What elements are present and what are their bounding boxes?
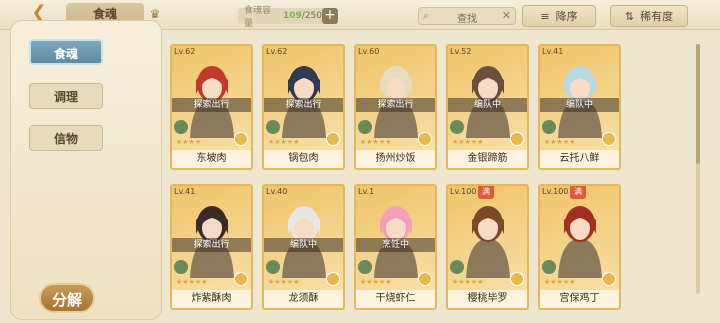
role-badge-icon xyxy=(450,120,464,134)
card-status: 探索出行 xyxy=(356,98,435,112)
card-status: 编队中 xyxy=(448,98,527,112)
card-status: 探索出行 xyxy=(264,98,343,112)
card-status: 探索出行 xyxy=(172,238,251,252)
expand-capacity-button[interactable]: + xyxy=(322,8,338,24)
card-stars: ★★★★★ xyxy=(360,278,392,286)
card-stars: ★★★★★ xyxy=(360,138,392,146)
character-portrait xyxy=(558,206,602,278)
food-soul-card[interactable]: Lv.60 探索出行 ★★★★★ 扬州炒饭 xyxy=(354,44,437,170)
card-stars: ★★★★★ xyxy=(268,278,300,286)
card-name: 宫保鸡丁 xyxy=(540,290,619,308)
card-name: 东坡肉 xyxy=(172,150,251,168)
role-badge-icon xyxy=(266,260,280,274)
sort-rarity-button[interactable]: ⇅ 稀有度 xyxy=(610,5,688,27)
search-input[interactable]: ⌕ 查找 ✕ xyxy=(418,7,516,25)
max-level-badge: 满 xyxy=(478,186,494,199)
element-icon xyxy=(326,272,340,286)
food-soul-card[interactable]: Lv.100 ★★★★★ 满樱桃毕罗 xyxy=(446,184,529,310)
element-icon xyxy=(510,272,524,286)
card-grid: Lv.62 探索出行 ★★★★ 东坡肉 Lv.62 探索出行 ★★★★★ 锅包肉 Lv.60 探索… xyxy=(170,44,690,314)
card-stars: ★★★★★ xyxy=(268,138,300,146)
card-status: 编队中 xyxy=(540,98,619,112)
capacity-display: 食魂容量 109 /250 xyxy=(238,6,328,29)
card-level: Lv.1 xyxy=(358,187,375,196)
search-placeholder: 查找 xyxy=(457,14,477,25)
decompose-button[interactable]: 分解 xyxy=(39,283,95,313)
scroll-thumb[interactable] xyxy=(696,44,700,164)
food-soul-card[interactable]: Lv.62 探索出行 ★★★★★ 锅包肉 xyxy=(262,44,345,170)
capacity-label: 食魂容量 xyxy=(244,6,272,29)
sort-icon: ≡ xyxy=(540,9,550,23)
role-badge-icon xyxy=(266,120,280,134)
sort-rarity-label: 稀有度 xyxy=(640,10,674,23)
sort-order-button[interactable]: ≡ 降序 xyxy=(522,5,596,27)
character-portrait xyxy=(466,206,510,278)
food-soul-card[interactable]: Lv.40 编队中 ★★★★★ 龙须酥 xyxy=(262,184,345,310)
swap-icon: ⇅ xyxy=(624,9,635,23)
food-soul-card[interactable]: Lv.62 探索出行 ★★★★ 东坡肉 xyxy=(170,44,253,170)
card-level: Lv.100 xyxy=(542,187,569,196)
role-badge-icon xyxy=(358,120,372,134)
card-status: 编队中 xyxy=(264,238,343,252)
element-icon xyxy=(418,272,432,286)
card-status: 探索出行 xyxy=(172,98,251,112)
role-badge-icon xyxy=(542,260,556,274)
card-name: 云托八鲜 xyxy=(540,150,619,168)
role-badge-icon xyxy=(174,260,188,274)
card-stars: ★★★★★ xyxy=(544,138,576,146)
element-icon xyxy=(326,132,340,146)
food-soul-card[interactable]: Lv.52 编队中 ★★★★★ 金银蹄筋 xyxy=(446,44,529,170)
card-status: 烹饪中 xyxy=(356,238,435,252)
card-level: Lv.40 xyxy=(266,187,288,196)
card-stars: ★★★★ xyxy=(176,138,202,146)
card-name: 龙须酥 xyxy=(264,290,343,308)
element-icon xyxy=(510,132,524,146)
element-icon xyxy=(418,132,432,146)
sidebar: 食魂 调理 信物 分解 xyxy=(10,20,162,320)
card-level: Lv.41 xyxy=(542,47,564,56)
card-level: Lv.52 xyxy=(450,47,472,56)
role-badge-icon xyxy=(358,260,372,274)
element-icon xyxy=(234,132,248,146)
food-soul-card[interactable]: Lv.41 编队中 ★★★★★ 云托八鲜 xyxy=(538,44,621,170)
card-name: 扬州炒饭 xyxy=(356,150,435,168)
card-name: 樱桃毕罗 xyxy=(448,290,527,308)
card-stars: ★★★★★ xyxy=(544,278,576,286)
food-soul-card[interactable]: Lv.1 烹饪中 ★★★★★ 干烧虾仁 xyxy=(354,184,437,310)
card-name: 金银蹄筋 xyxy=(448,150,527,168)
card-level: Lv.60 xyxy=(358,47,380,56)
element-icon xyxy=(234,272,248,286)
capacity-max: /250 xyxy=(301,11,322,21)
sidebar-item-seasoning[interactable]: 调理 xyxy=(29,83,103,109)
card-stars: ★★★★★ xyxy=(452,278,484,286)
role-badge-icon xyxy=(174,120,188,134)
clear-search-icon[interactable]: ✕ xyxy=(502,9,511,22)
sidebar-item-tokens[interactable]: 信物 xyxy=(29,125,103,151)
card-stars: ★★★★★ xyxy=(176,278,208,286)
element-icon xyxy=(602,132,616,146)
card-level: Lv.62 xyxy=(174,47,196,56)
card-level: Lv.62 xyxy=(266,47,288,56)
card-level: Lv.100 xyxy=(450,187,477,196)
card-name: 炸紫酥肉 xyxy=(172,290,251,308)
scrollbar[interactable] xyxy=(696,44,700,294)
capacity-current: 109 xyxy=(282,11,302,21)
max-level-badge: 满 xyxy=(570,186,586,199)
role-badge-icon xyxy=(450,260,464,274)
role-badge-icon xyxy=(542,120,556,134)
card-stars: ★★★★★ xyxy=(452,138,484,146)
food-soul-card[interactable]: Lv.41 探索出行 ★★★★★ 炸紫酥肉 xyxy=(170,184,253,310)
card-name: 干烧虾仁 xyxy=(356,290,435,308)
sidebar-item-food-souls[interactable]: 食魂 xyxy=(29,39,103,65)
card-name: 锅包肉 xyxy=(264,150,343,168)
sort-order-label: 降序 xyxy=(555,10,578,23)
element-icon xyxy=(602,272,616,286)
card-level: Lv.41 xyxy=(174,187,196,196)
food-soul-card[interactable]: Lv.100 ★★★★★ 满宫保鸡丁 xyxy=(538,184,621,310)
